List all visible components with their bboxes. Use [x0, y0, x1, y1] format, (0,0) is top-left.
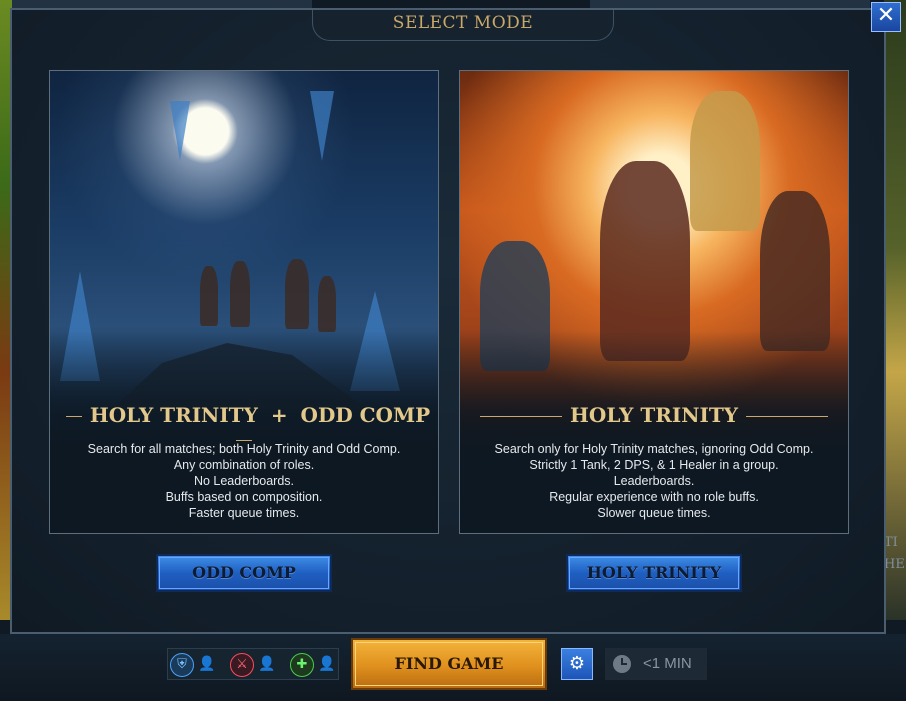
heading-text: HOLY TRINITY — [570, 403, 738, 427]
card-description: Search only for Holy Trinity matches, ig… — [460, 441, 848, 521]
description-line: Slower queue times. — [597, 506, 711, 520]
background-scene-right — [884, 0, 906, 620]
heading-part2: ODD COMP — [300, 403, 431, 427]
person-icon: 👤 — [318, 656, 336, 672]
sword-icon[interactable]: ⚔ — [230, 653, 254, 677]
role-selector: ⛨ 👤 ⚔ 👤 ✚ 👤 — [167, 648, 339, 680]
modal-title: SELECT MODE — [392, 13, 534, 33]
card-heading: HOLY TRINITY — [460, 403, 848, 427]
description-line: Faster queue times. — [188, 506, 300, 520]
brute-figure — [760, 191, 830, 351]
clock-icon — [613, 655, 631, 673]
holy-trinity-button-label: HOLY TRINITY — [586, 563, 722, 582]
description-line: Search only for Holy Trinity matches, ig… — [494, 442, 814, 456]
heading-part1: HOLY TRINITY — [89, 403, 258, 427]
priest-figure — [690, 91, 760, 231]
ice-crystal — [310, 91, 334, 161]
gear-icon[interactable]: ⚙ — [561, 648, 593, 680]
adventurer-figure — [230, 261, 250, 327]
description-line: Any combination of roles. — [173, 458, 315, 472]
adventurer-figure — [285, 259, 309, 329]
title-plate: SELECT MODE — [312, 10, 614, 41]
heading-rule — [480, 416, 562, 417]
ice-crystal — [170, 101, 190, 161]
description-line: Strictly 1 Tank, 2 DPS, & 1 Healer in a … — [529, 458, 779, 472]
description-line: Buffs based on composition. — [165, 490, 323, 504]
person-icon: 👤 — [258, 656, 276, 672]
background-partial-text: TI HE — [884, 535, 905, 572]
shield-icon[interactable]: ⛨ — [170, 653, 194, 677]
close-button[interactable]: ✕ — [871, 2, 901, 32]
description-line: Regular experience with no role buffs. — [549, 490, 759, 504]
odd-comp-button-label: ODD COMP — [192, 563, 296, 582]
heading-rule — [746, 416, 828, 417]
mode-card-holy-trinity-odd-comp[interactable]: HOLY TRINITY + ODD COMP Search for all m… — [49, 70, 439, 534]
card-description: Search for all matches; both Holy Trinit… — [50, 441, 438, 521]
queue-time-text: <1 MIN — [643, 655, 692, 672]
heading-plus: + — [270, 403, 288, 427]
queue-timer: <1 MIN — [605, 648, 707, 680]
description-line: Leaderboards. — [613, 474, 695, 488]
mode-card-holy-trinity[interactable]: HOLY TRINITY Search only for Holy Trinit… — [459, 70, 849, 534]
description-line: Search for all matches; both Holy Trinit… — [87, 442, 401, 456]
adventurer-figure — [200, 266, 218, 326]
person-icon: 👤 — [198, 656, 216, 672]
heading-rule — [65, 416, 82, 417]
odd-comp-button[interactable]: ODD COMP — [156, 554, 332, 592]
adventurer-figure — [318, 276, 336, 332]
description-line: No Leaderboards. — [193, 474, 295, 488]
holy-trinity-button[interactable]: HOLY TRINITY — [566, 554, 742, 592]
plus-icon[interactable]: ✚ — [290, 653, 314, 677]
find-game-button[interactable]: FIND GAME — [351, 638, 547, 690]
